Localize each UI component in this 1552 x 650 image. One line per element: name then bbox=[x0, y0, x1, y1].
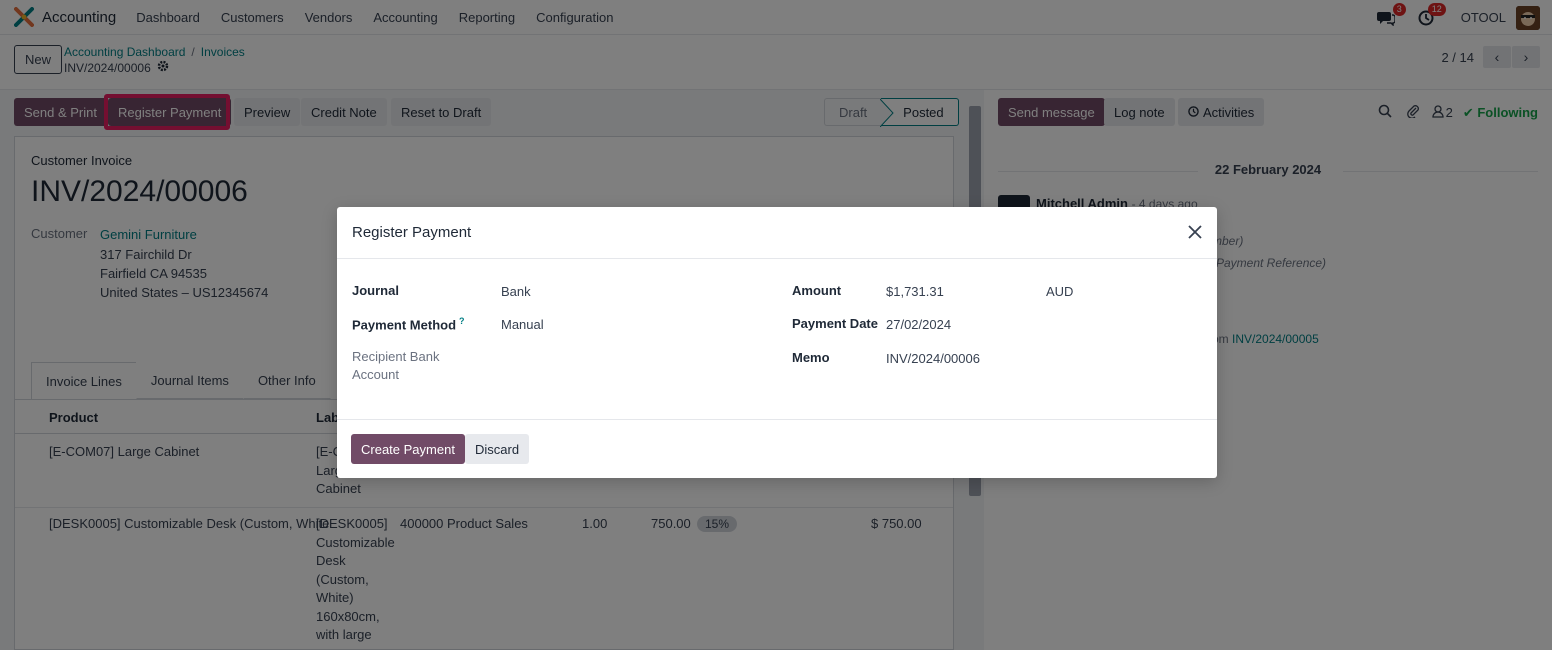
amount-field[interactable]: $1,731.31 bbox=[886, 284, 944, 299]
payment-method-label: Payment Method? bbox=[352, 316, 465, 332]
recipient-bank-account-label: Recipient Bank Account bbox=[352, 348, 439, 384]
label-line: Account bbox=[352, 367, 399, 382]
help-tooltip-icon[interactable]: ? bbox=[459, 316, 465, 326]
discard-button[interactable]: Discard bbox=[465, 434, 530, 464]
register-payment-dialog: Register Payment Journal Bank Payment Me… bbox=[337, 207, 1217, 478]
payment-method-field[interactable]: Manual bbox=[501, 317, 544, 332]
payment-method-label-text: Payment Method bbox=[352, 317, 457, 333]
memo-label: Memo bbox=[792, 350, 830, 365]
dialog-footer: Create Payment Discard bbox=[337, 419, 1217, 478]
dialog-header: Register Payment bbox=[337, 207, 1217, 259]
create-payment-button[interactable]: Create Payment bbox=[351, 434, 465, 464]
close-icon[interactable] bbox=[1185, 222, 1205, 242]
memo-field[interactable]: INV/2024/00006 bbox=[886, 351, 980, 366]
dialog-title: Register Payment bbox=[352, 224, 472, 241]
payment-date-field[interactable]: 27/02/2024 bbox=[886, 317, 951, 332]
label-line: Recipient Bank bbox=[352, 349, 440, 364]
payment-date-label: Payment Date bbox=[792, 316, 878, 331]
journal-label: Journal bbox=[352, 283, 399, 298]
currency-field[interactable]: AUD bbox=[1046, 284, 1073, 299]
amount-label: Amount bbox=[792, 283, 842, 298]
journal-field[interactable]: Bank bbox=[501, 284, 531, 299]
